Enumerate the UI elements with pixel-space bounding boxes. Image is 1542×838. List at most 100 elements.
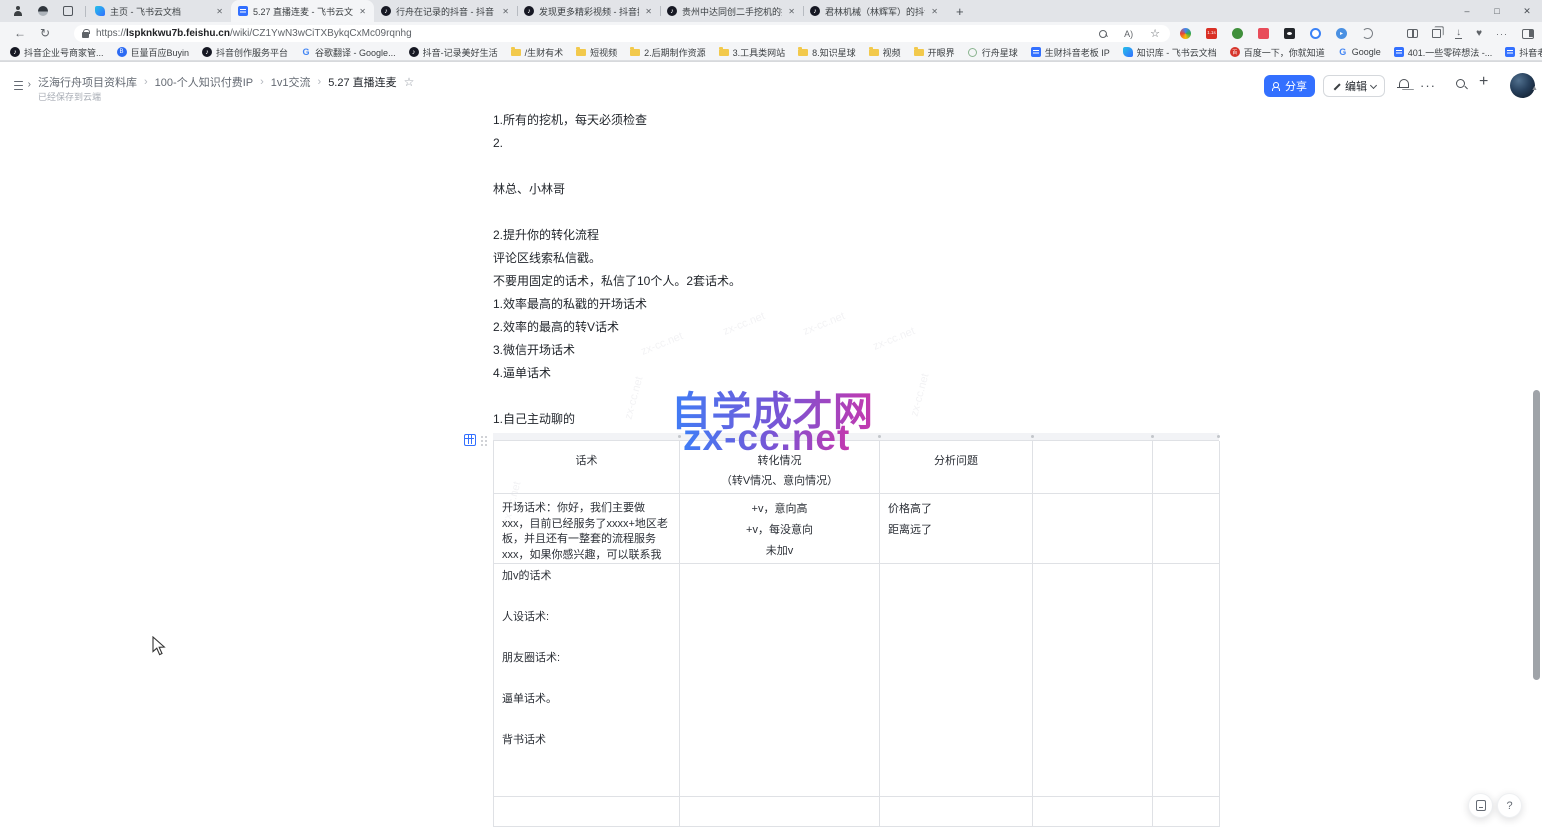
doc-line[interactable]: 不要用固定的话术，私信了10个人。2套话术。 [493,270,1233,293]
table-cell[interactable] [494,797,680,827]
table-cell[interactable] [1033,564,1153,797]
downloads-icon[interactable]: ↓ [1455,28,1462,39]
table-header-cell[interactable] [1153,441,1220,494]
panda-ext-icon[interactable] [1284,28,1295,39]
edit-button[interactable]: 编辑 [1323,75,1385,97]
bookmark[interactable]: 生财抖音老板 IP [1031,46,1110,59]
maximize-button[interactable]: □ [1482,0,1512,22]
collections-icon[interactable] [1432,29,1441,38]
doc-line[interactable]: 1.所有的挖机，每天必须检查 [493,109,1233,132]
table-cell[interactable]: 开场话术：你好，我们主要做xxx，目前已经服务了xxxx+地区老板，并且还有一整… [494,494,680,564]
close-icon[interactable]: ✕ [215,7,224,16]
breadcrumb-item[interactable]: 泛海行舟项目资料库 [38,74,137,90]
close-button[interactable]: ✕ [1512,0,1542,22]
breadcrumb-item[interactable]: 1v1交流 [271,74,311,90]
bookmark[interactable]: /生财有术 [511,46,564,59]
bookmark[interactable]: 8.知识星球 [798,46,856,59]
new-tab-button[interactable]: + [956,4,964,19]
zoom-icon[interactable] [1099,30,1107,38]
star-icon[interactable]: ☆ [404,75,415,89]
workspaces-icon[interactable] [36,4,50,18]
bookmark[interactable]: 视频 [869,46,901,59]
close-icon[interactable]: ✕ [501,7,510,16]
copilot-sidebar-icon[interactable] [1522,29,1534,39]
scrollbar-up-arrow[interactable]: ▲ [1531,85,1538,92]
close-icon[interactable]: ✕ [787,7,796,16]
breadcrumb-current[interactable]: 5.27 直播连麦 [328,74,396,90]
sidebar-toggle-icon[interactable] [14,78,30,92]
tab-douyin-1[interactable]: ♪ 行舟在记录的抖音 - 抖音 ✕ [374,0,517,22]
play-ext-icon[interactable]: ▸ [1336,28,1347,39]
bookmark[interactable]: 401.一些零碎想法 -... [1394,46,1493,59]
bookmark[interactable]: 开眼界 [914,46,955,59]
bookmark[interactable]: 百百度一下，你就知道 [1230,46,1325,59]
drag-handle-icon[interactable] [481,436,483,438]
bookmark[interactable]: 2.后期制作资源 [630,46,706,59]
timer-ext-icon[interactable]: 1.1s [1206,28,1217,39]
doc-line[interactable]: 2.提升你的转化流程 [493,224,1233,247]
red-ext-icon[interactable] [1258,28,1269,39]
table-cell[interactable] [1153,564,1220,797]
tab-feishu-home[interactable]: 主页 - 飞书云文档 ✕ [88,0,231,22]
tab-douyin-3[interactable]: ♪ 贵州中达同创二手挖机的抖音 - ✕ [660,0,803,22]
table-cell[interactable]: 加v的话术 人设话术: 朋友圈话术: 逼单话术。 背书话术 [494,564,680,797]
table-cell[interactable] [680,564,880,797]
more-icon[interactable]: ··· [1496,29,1508,39]
bookmark[interactable]: 抖音老板 IP | 实战.. [1505,46,1542,59]
table-header-cell[interactable]: 话术 [494,441,680,494]
table-cell[interactable] [1033,494,1153,564]
refresh-button[interactable]: ↻ [40,27,50,39]
vertical-tabs-icon[interactable] [61,4,75,18]
tab-douyin-4[interactable]: ♪ 君林机械（林辉军）的抖音 - 抖 ✕ [803,0,946,22]
back-button[interactable]: ← [14,27,26,39]
table-cell[interactable]: 价格高了 距离远了 [880,494,1033,564]
bookmark[interactable]: 3.工具类网站 [719,46,786,59]
address-bar[interactable]: https://lspknkwu7b.feishu.cn/wiki/CZ1YwN… [74,25,1170,42]
bookmark[interactable]: B巨量百应Buyin [117,46,190,59]
help-button[interactable]: ? [1497,793,1522,818]
share-button[interactable]: 分享 [1264,75,1315,97]
tab-active-doc[interactable]: 5.27 直播连麦 - 飞书云文档 ✕ [231,0,374,22]
table-cell[interactable] [880,564,1033,797]
doc-line[interactable]: 林总、小林哥 [493,178,1233,201]
close-icon[interactable]: ✕ [644,7,653,16]
table-cell[interactable]: +v，意向高 +v，每没意向 未加v [680,494,880,564]
refresh-ext-icon[interactable] [1362,28,1373,39]
table-cell[interactable] [680,797,880,827]
bookmark[interactable]: ♪抖音企业号商家管... [10,46,104,59]
table-cell[interactable] [1153,797,1220,827]
bookmark[interactable]: 行舟星球 [968,46,1018,59]
colorful-ext-icon[interactable] [1180,28,1191,39]
bookmark[interactable]: ♪抖音创作服务平台 [202,46,288,59]
table-cell[interactable] [1033,797,1153,827]
close-icon[interactable]: ✕ [358,7,367,16]
split-screen-icon[interactable] [1407,29,1418,38]
bookmark[interactable]: GGoogle [1338,47,1381,57]
scrollbar-thumb[interactable] [1533,390,1540,680]
feedback-button[interactable] [1468,793,1493,818]
read-aloud-icon[interactable]: A) [1124,29,1133,39]
profile-icon[interactable] [11,4,25,18]
breadcrumb-item[interactable]: 100-个人知识付费IP [155,74,253,90]
bookmark[interactable]: 短视频 [576,46,617,59]
bookmark[interactable]: G谷歌翻译 - Google... [301,46,396,59]
doc-line[interactable]: 3.微信开场话术 [493,339,1233,362]
table-cell[interactable] [880,797,1033,827]
bookmark[interactable]: ♪抖音-记录美好生活 [409,46,498,59]
bookmarks-overflow-chevron[interactable]: › [1529,47,1532,58]
favorite-star-icon[interactable]: ☆ [1150,27,1160,40]
browser-essentials-icon[interactable]: ♥ [1476,28,1482,39]
table-header-cell[interactable]: 分析问题 [880,441,1033,494]
minimize-button[interactable]: – [1452,0,1482,22]
plus-icon[interactable]: + [1479,73,1488,91]
blue-ring-ext-icon[interactable] [1310,28,1321,39]
doc-line[interactable]: 2. [493,132,1233,155]
doc-line[interactable]: 1.效率最高的私戳的开场话术 [493,293,1233,316]
doc-line[interactable] [493,201,1233,224]
table-header-cell[interactable] [1033,441,1153,494]
table-cell[interactable] [1153,494,1220,564]
doc-line[interactable]: 评论区线索私信戳。 [493,247,1233,270]
bookmark[interactable]: 知识库 - 飞书云文档 [1123,46,1217,59]
doc-line[interactable] [493,155,1233,178]
table-icon[interactable] [464,434,476,446]
